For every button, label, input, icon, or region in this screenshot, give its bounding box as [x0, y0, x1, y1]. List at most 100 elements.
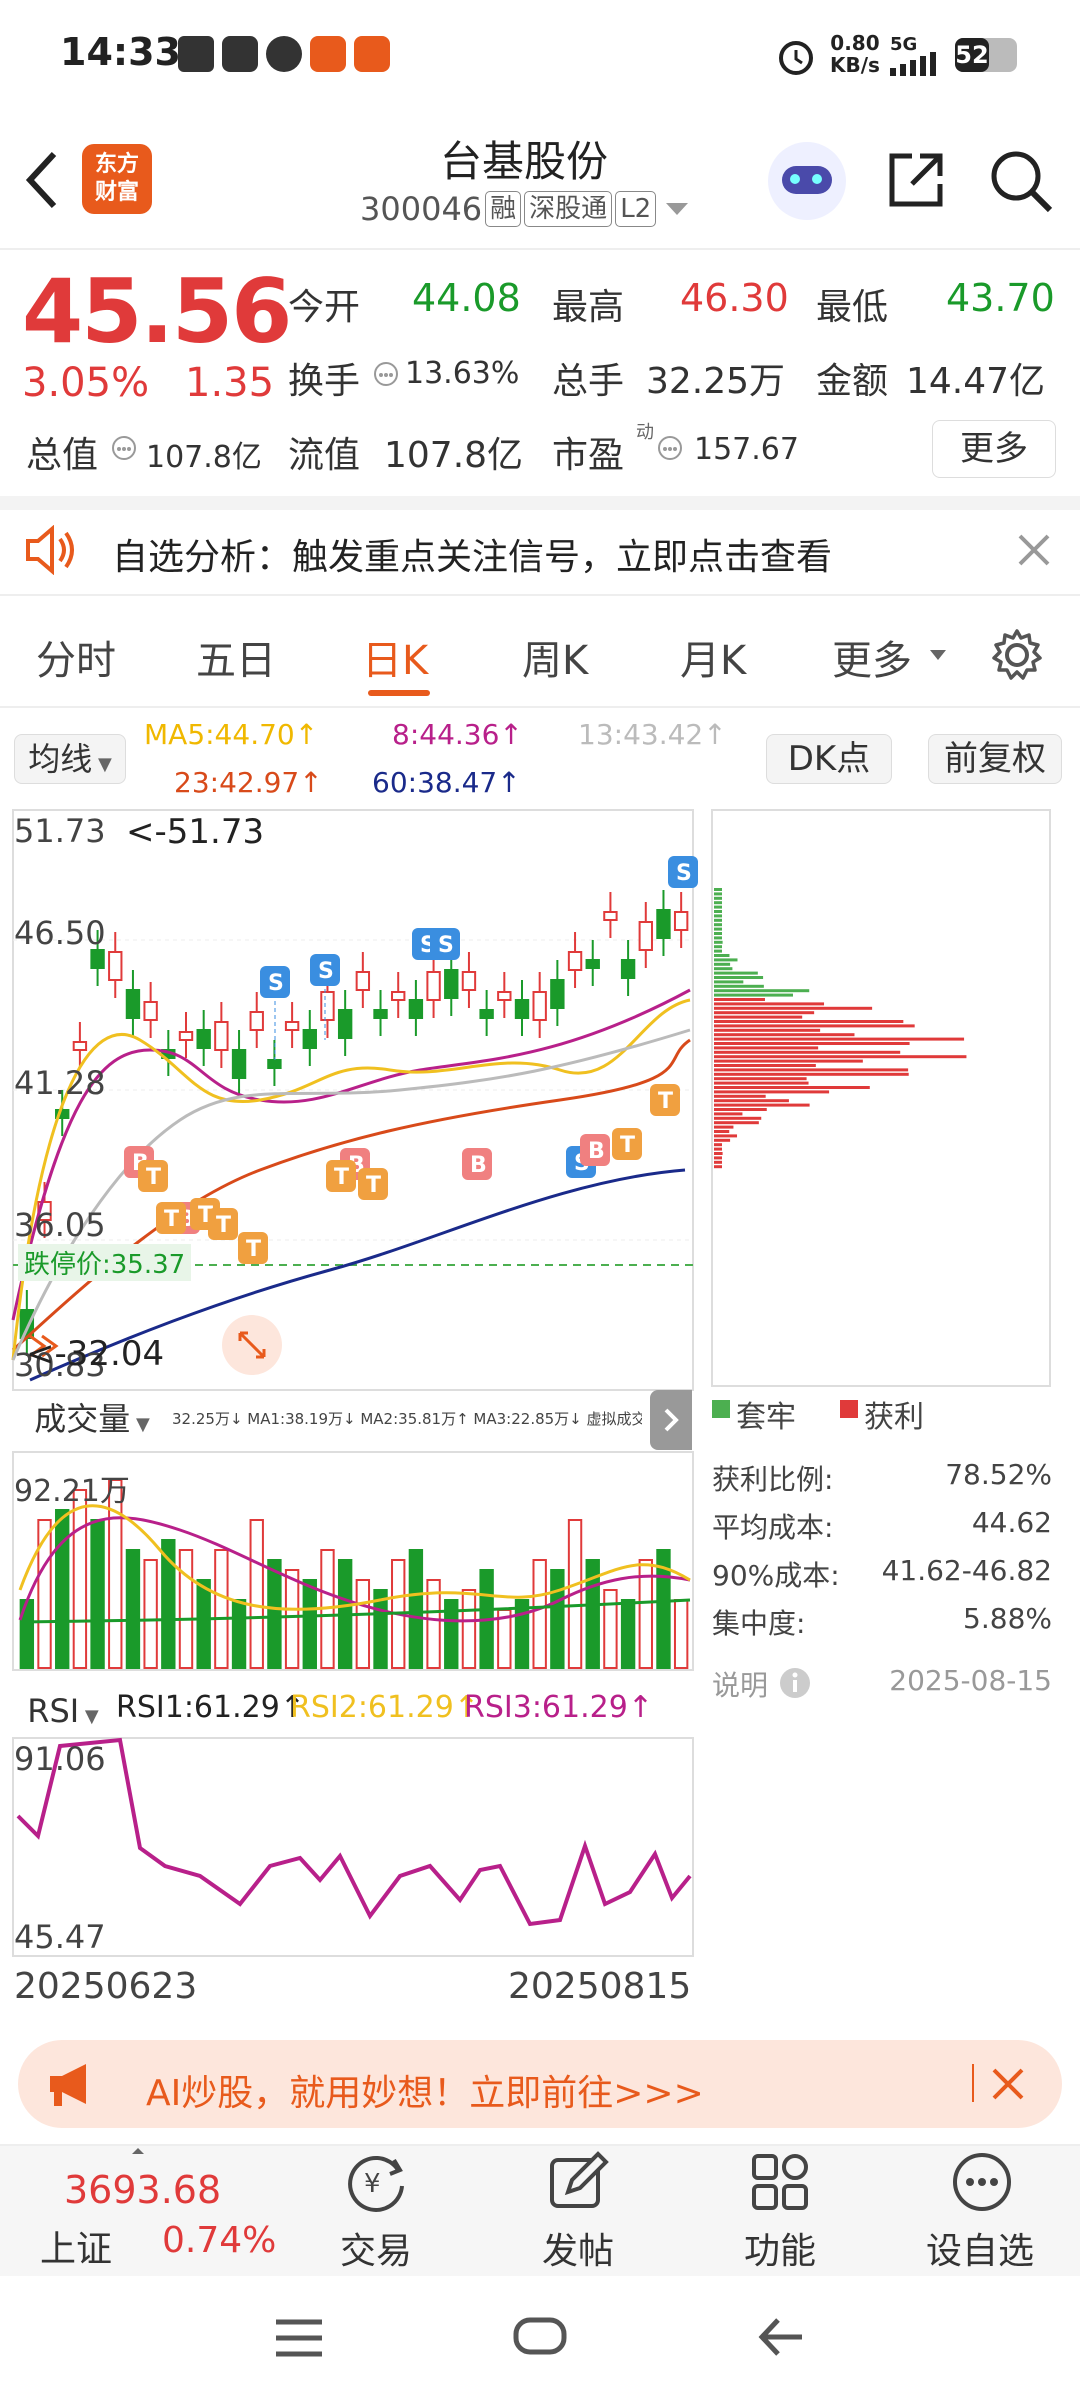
panel-toggle-button[interactable] — [650, 1390, 692, 1450]
volume-bar — [214, 1549, 229, 1669]
candle-body — [284, 1021, 300, 1031]
mcap-value: 107.8亿 — [146, 440, 262, 475]
index-change[interactable]: 0.74% — [162, 2220, 276, 2261]
assistant-avatar[interactable] — [768, 142, 846, 220]
app-icon — [310, 36, 346, 72]
chip-bar — [714, 1112, 743, 1116]
chip-bar — [714, 967, 733, 971]
gear-icon[interactable] — [990, 628, 1044, 682]
candle-body — [214, 1021, 229, 1051]
volume-bar — [37, 1519, 52, 1669]
rsi-top-label: 91.06 — [14, 1740, 106, 1778]
t-marker: T — [650, 1084, 680, 1116]
volume-bar — [249, 1519, 264, 1669]
t-marker: T — [612, 1128, 642, 1160]
battery-icon: 52 — [955, 38, 1017, 72]
tab-monthly-k[interactable]: 月K — [680, 628, 746, 686]
chip-bar — [714, 905, 722, 909]
candle-body — [125, 989, 141, 1019]
post-icon[interactable] — [546, 2150, 610, 2214]
tab-indicator — [368, 690, 430, 696]
nav-functions[interactable]: 功能 — [744, 2222, 816, 2274]
chip-date: 2025-08-15 — [889, 1664, 1052, 1697]
info-circle-icon[interactable] — [778, 1666, 812, 1700]
candle-body — [461, 971, 477, 991]
nav-trade[interactable]: 交易 — [340, 2222, 412, 2274]
volume-bar — [620, 1599, 636, 1669]
volume-bar — [231, 1599, 247, 1669]
chip-bar — [714, 1160, 722, 1164]
index-name[interactable]: 上证 — [40, 2220, 112, 2272]
more-button[interactable]: 更多 — [932, 420, 1056, 478]
volume-selector[interactable]: 成交量 ▼ — [14, 1396, 170, 1444]
pe-value: 157.67 — [694, 432, 799, 467]
note-link[interactable]: 说明 — [712, 1664, 768, 1704]
chip-bar — [714, 940, 723, 944]
cost90-value: 41.62-46.82 — [881, 1554, 1052, 1587]
tab-five-day[interactable]: 五日 — [196, 628, 276, 686]
volume-bar — [673, 1599, 689, 1669]
caret-down-icon — [930, 650, 946, 660]
candle-body — [196, 1029, 211, 1049]
signal-icon — [890, 52, 936, 76]
chip-bar — [714, 932, 722, 935]
app-logo[interactable]: 东方 财富 — [82, 144, 152, 214]
tab-daily-k[interactable]: 日K — [362, 628, 428, 686]
banner-text[interactable]: 自选分析：触发重点关注信号，立即点击查看 — [112, 528, 832, 580]
search-icon[interactable] — [988, 148, 1054, 214]
stock-code-row[interactable]: 300046 融 深股通 L2 — [360, 190, 692, 228]
chip-bar — [714, 1103, 810, 1107]
volume-bar — [284, 1569, 300, 1669]
trade-icon[interactable]: ¥ — [344, 2150, 408, 2214]
svg-text:T: T — [246, 1237, 261, 1262]
candle-body — [444, 969, 459, 999]
info-icon[interactable] — [372, 360, 400, 388]
functions-icon[interactable] — [748, 2150, 812, 2214]
volume-bar — [72, 1489, 88, 1669]
chip-bar — [714, 1072, 909, 1076]
y-label: 51.73 — [14, 812, 106, 850]
dk-button[interactable]: DK点 — [766, 734, 892, 784]
share-icon[interactable] — [884, 148, 948, 212]
ma-selector[interactable]: 均线 ▼ — [14, 734, 126, 784]
candle-body — [231, 1049, 247, 1079]
back-icon[interactable] — [758, 2314, 804, 2360]
nav-add-watchlist[interactable]: 设自选 — [926, 2222, 1034, 2274]
buy-marker: B — [462, 1148, 492, 1180]
home-icon[interactable] — [512, 2314, 568, 2358]
rsi-selector[interactable]: RSI ▼ — [14, 1688, 112, 1736]
close-icon[interactable] — [1016, 532, 1052, 568]
menu-icon[interactable] — [274, 2318, 324, 2358]
open-value: 44.08 — [412, 276, 521, 320]
tab-intraday[interactable]: 分时 — [36, 628, 116, 686]
candle-body — [143, 1001, 158, 1021]
tab-weekly-k[interactable]: 周K — [522, 628, 588, 686]
t-marker: T — [326, 1160, 356, 1192]
chip-bar — [714, 927, 722, 931]
open-label: 今开 — [288, 287, 361, 328]
candle-body — [337, 1009, 353, 1039]
alarm-icon — [779, 41, 813, 75]
adjust-button[interactable]: 前复权 — [928, 734, 1062, 784]
cost90-label: 90%成本: — [712, 1559, 840, 1592]
close-icon[interactable] — [990, 2066, 1026, 2102]
chip-bar — [714, 993, 793, 997]
app-icon — [222, 36, 258, 72]
info-icon[interactable] — [110, 434, 138, 462]
app-icon — [354, 36, 390, 72]
divider — [0, 496, 1080, 510]
chevron-left-icon[interactable] — [22, 150, 62, 210]
tab-more[interactable]: 更多 — [832, 628, 912, 686]
chip-bar — [714, 989, 810, 993]
chip-bar — [714, 1068, 909, 1072]
index-value[interactable]: 3693.68 — [64, 2168, 221, 2212]
tag-margin: 融 — [485, 191, 522, 227]
nav-post[interactable]: 发帖 — [542, 2222, 614, 2274]
avg-cost-label: 平均成本: — [712, 1511, 834, 1544]
svg-text:B: B — [588, 1139, 605, 1164]
more-icon[interactable] — [950, 2150, 1014, 2214]
chip-bar — [714, 1108, 767, 1111]
info-icon[interactable] — [656, 434, 684, 462]
ad-text[interactable]: AI炒股，就用妙想！立即前往>>> — [146, 2064, 704, 2116]
chip-bar — [714, 998, 765, 1001]
